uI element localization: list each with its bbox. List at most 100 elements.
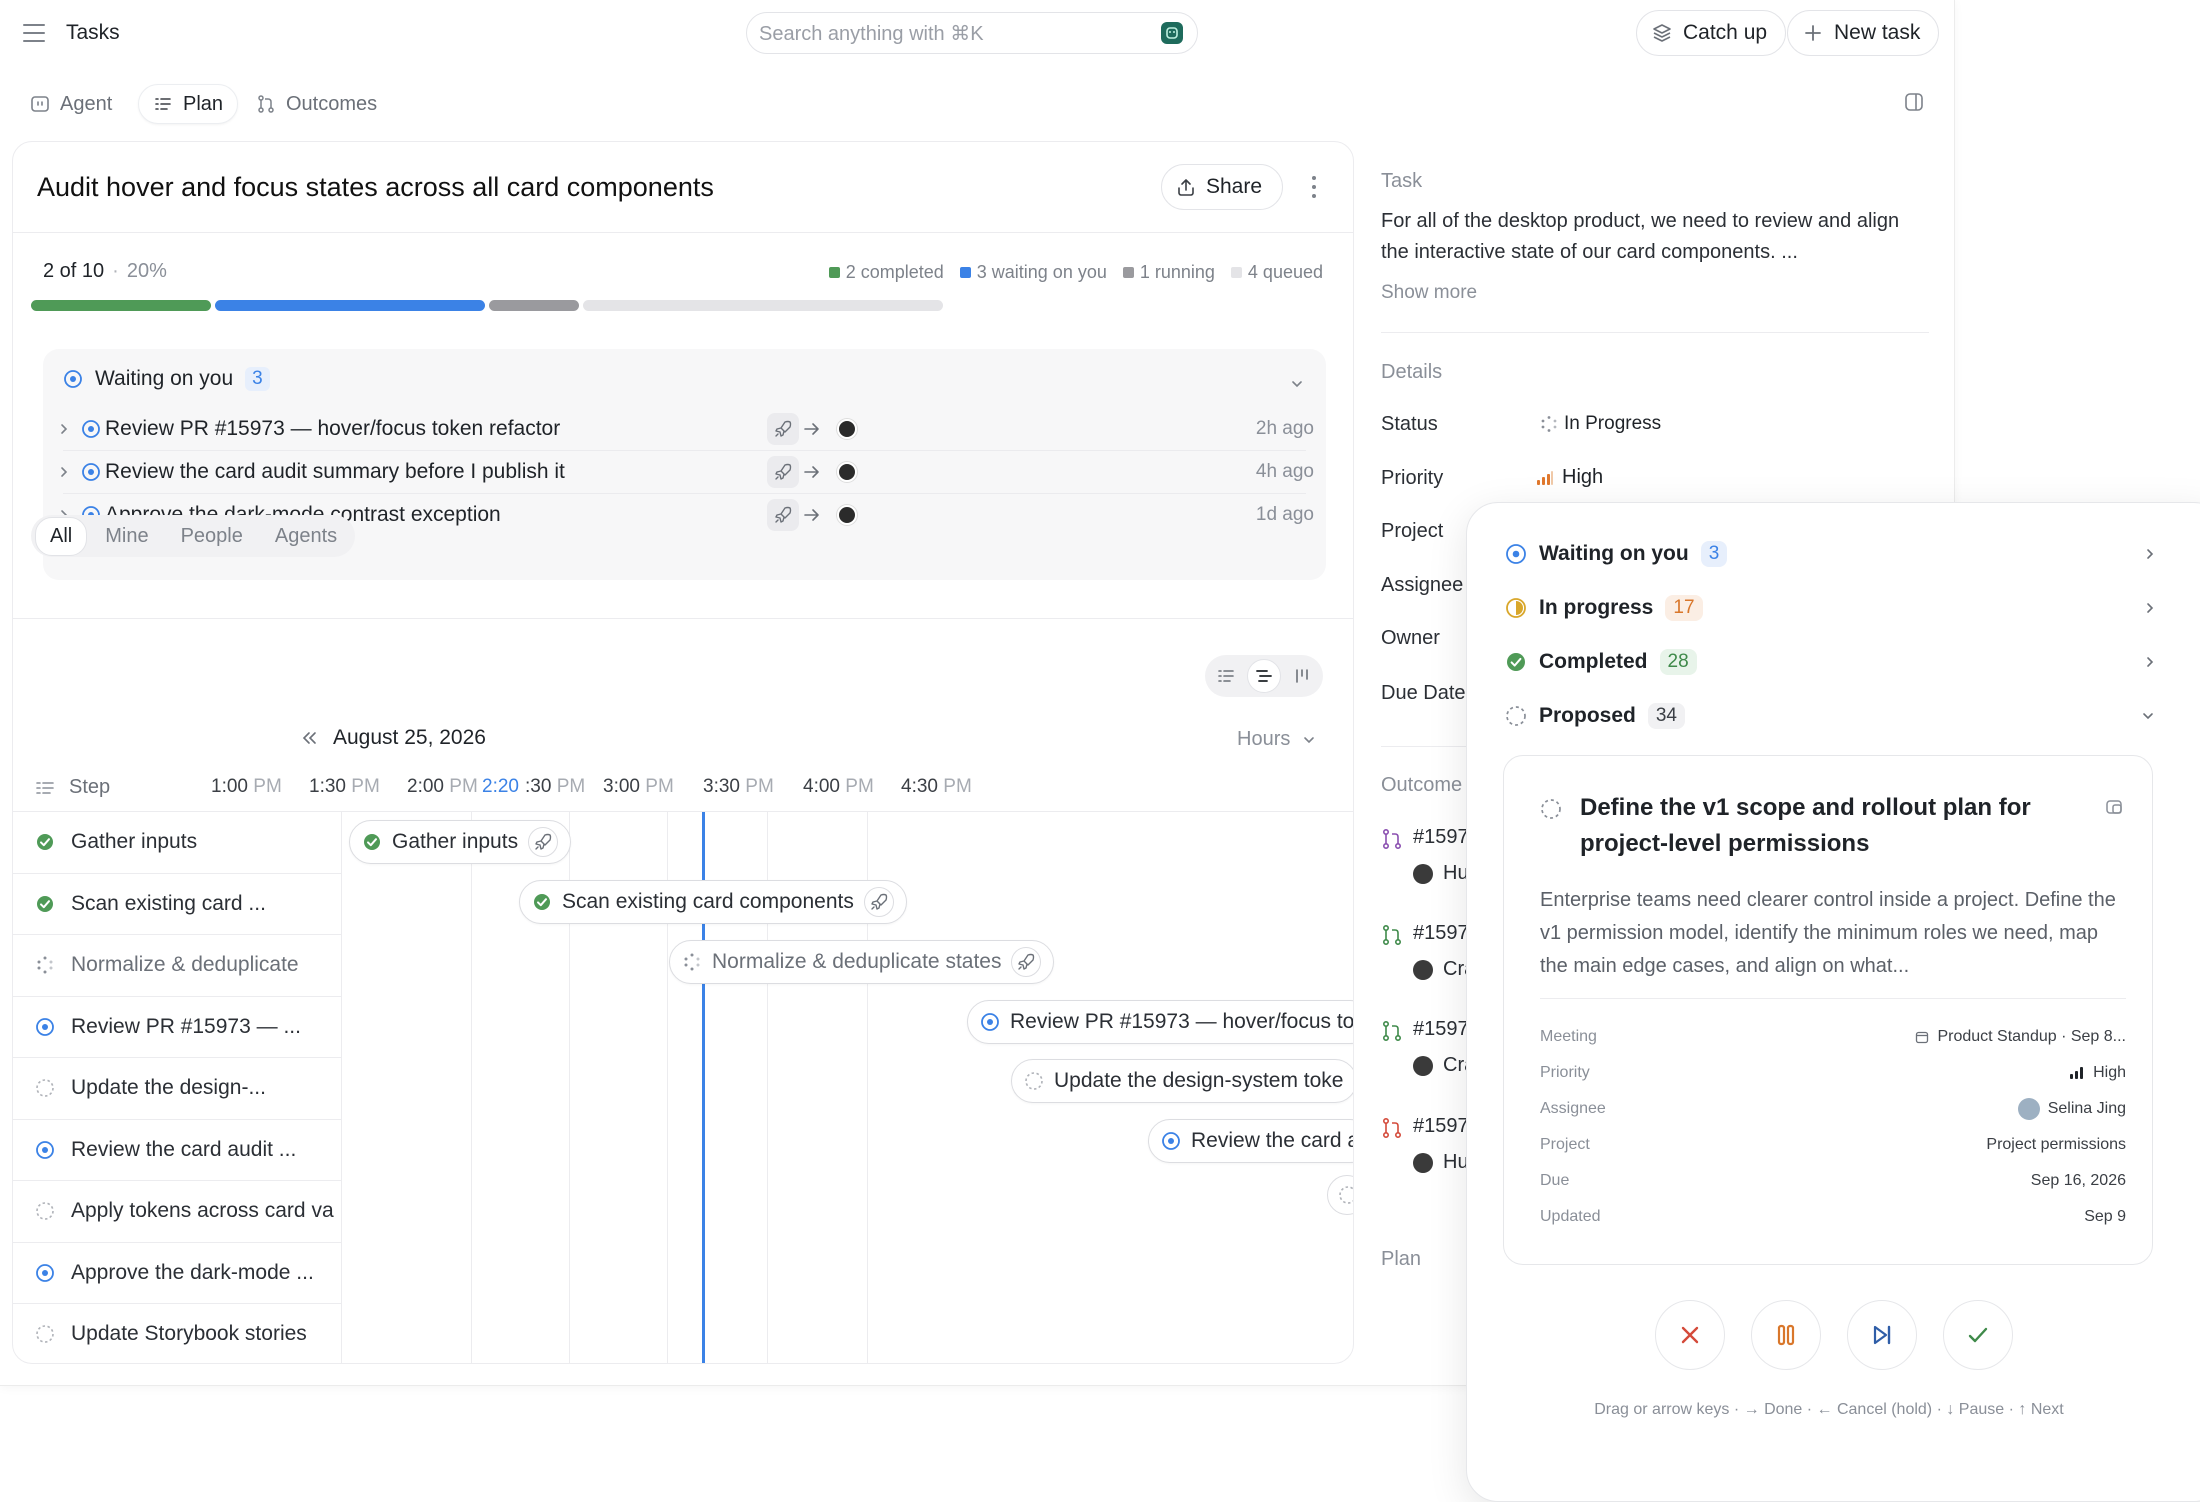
task-description: For all of the desktop product, we need …: [1381, 210, 1900, 263]
arrow-right-icon: [803, 508, 821, 522]
card-priority-value: High: [2093, 1064, 2126, 1081]
pull-request-icon: [1381, 1020, 1403, 1042]
step-label: Review PR #15973 — ...: [71, 1014, 301, 1038]
status-group-row[interactable]: Waiting on you 3: [1505, 534, 2155, 574]
gantt-bar[interactable]: Scan existing card components: [519, 880, 907, 924]
step-row[interactable]: Update the design-...: [13, 1058, 341, 1120]
progress-segment-waiting: [215, 300, 485, 311]
skip-next-icon: [1869, 1322, 1895, 1348]
step-row[interactable]: Normalize & deduplicate: [13, 935, 341, 997]
step-label: Scan existing card ...: [71, 891, 266, 915]
chevron-down-icon: [2141, 711, 2155, 721]
share-button[interactable]: Share: [1161, 164, 1284, 210]
priority-value[interactable]: High: [1536, 466, 1603, 489]
done-button[interactable]: [1943, 1300, 2013, 1370]
status-group-row[interactable]: In progress 17: [1505, 588, 2155, 628]
show-more-link[interactable]: Show more: [1381, 282, 1477, 304]
avatar: [2017, 1098, 2040, 1120]
waiting-item[interactable]: Review the card audit summary before I p…: [43, 450, 1326, 493]
board-view-icon[interactable]: [1285, 659, 1319, 693]
gantt-bar[interactable]: Review the card a: [1148, 1119, 1353, 1163]
prev-double-chevron-icon[interactable]: [301, 731, 317, 745]
scale-label: Hours: [1237, 728, 1291, 750]
search-box[interactable]: Search anything with ⌘K: [746, 12, 1198, 54]
list-view-icon[interactable]: [1209, 659, 1243, 693]
tab-outcomes[interactable]: Outcomes: [242, 84, 391, 124]
bar-status-icon: [1024, 1071, 1044, 1091]
tab-plan[interactable]: Plan: [138, 84, 239, 124]
time-tick: 1:00 PM: [211, 776, 282, 797]
timeline-date-label: August 25, 2026: [333, 726, 486, 749]
legend-waiting: 3 waiting on you: [959, 262, 1107, 283]
cancel-button[interactable]: [1655, 1300, 1725, 1370]
priority-high-icon: [1536, 470, 1554, 486]
step-row[interactable]: Review PR #15973 — ...: [13, 997, 341, 1058]
status-value[interactable]: In Progress: [1540, 413, 1661, 435]
waiting-item-title: Review the card audit summary before I p…: [105, 459, 565, 483]
status-group-row[interactable]: Completed 28: [1505, 642, 2155, 682]
outcomes-heading: Outcome: [1381, 774, 1463, 796]
gantt-bar[interactable]: Gather inputs: [349, 820, 572, 864]
avatar: [1413, 960, 1433, 980]
group-label: In progress: [1539, 596, 1654, 619]
panel-toggle-icon[interactable]: [1904, 92, 1924, 112]
filter-agents[interactable]: Agents: [261, 518, 351, 555]
step-status-icon: [35, 1263, 55, 1283]
step-row[interactable]: Update Storybook stories: [13, 1304, 341, 1363]
step-label: Apply tokens across card va: [71, 1199, 334, 1223]
card-updated-value: Sep 9: [2084, 1208, 2126, 1225]
bar-label: Scan existing card components: [562, 890, 854, 913]
gantt-view-icon[interactable]: [1247, 659, 1281, 693]
pause-button[interactable]: [1751, 1300, 1821, 1370]
plus-icon: [1802, 22, 1824, 44]
step-status-icon: [35, 1324, 55, 1344]
waiting-header[interactable]: Waiting on you 3: [63, 367, 270, 391]
group-count: 28: [1659, 649, 1697, 675]
step-row[interactable]: Review the card audit ...: [13, 1120, 341, 1181]
next-button[interactable]: [1847, 1300, 1917, 1370]
outcome-author: Hu: [1443, 1151, 1469, 1173]
open-in-new-icon[interactable]: [2104, 798, 2126, 818]
tab-agent[interactable]: Agent: [16, 84, 126, 124]
more-icon[interactable]: [1310, 174, 1318, 200]
collapse-chevron-icon[interactable]: [1290, 379, 1304, 389]
progress-segment-queued: [583, 300, 943, 311]
expand-chevron-icon[interactable]: [59, 465, 69, 479]
expand-chevron-icon[interactable]: [59, 422, 69, 436]
new-task-button[interactable]: New task: [1787, 10, 1940, 56]
step-status-icon: [35, 955, 55, 975]
scale-select[interactable]: Hours: [1237, 728, 1316, 751]
gantt-bar[interactable]: Normalize & deduplicate states: [669, 940, 1055, 984]
progress-count: 2 of 10 · 20%: [43, 260, 167, 282]
running-status-icon: [1540, 415, 1558, 433]
gantt-bar[interactable]: Update the design-system toke: [1011, 1059, 1353, 1103]
project-label: Project: [1381, 520, 1444, 542]
step-row[interactable]: Apply tokens across card va: [13, 1181, 341, 1243]
gantt-bar[interactable]: Review PR #15973 — hover/focus tol: [967, 1000, 1353, 1044]
avatar: [837, 461, 857, 482]
filter-people[interactable]: People: [167, 518, 257, 555]
proposed-task-title: Define the v1 scope and rollout plan for…: [1580, 794, 2031, 857]
section-divider: [13, 618, 1353, 619]
waiting-item-status-icon: [81, 462, 101, 482]
assistant-icon[interactable]: [1161, 22, 1183, 44]
filter-mine[interactable]: Mine: [91, 518, 162, 555]
step-label: Gather inputs: [71, 830, 198, 854]
progress-percent: 20%: [126, 260, 167, 282]
step-row[interactable]: Gather inputs: [13, 812, 341, 874]
card-priority-row: Priority High: [1540, 1064, 2126, 1081]
catch-up-button[interactable]: Catch up: [1636, 10, 1787, 56]
menu-icon[interactable]: [22, 22, 46, 44]
task-card: Audit hover and focus states across all …: [12, 141, 1354, 1364]
task-title: Audit hover and focus states across all …: [37, 172, 714, 202]
step-row[interactable]: Scan existing card ...: [13, 874, 341, 935]
proposed-task-card[interactable]: Define the v1 scope and rollout plan for…: [1503, 755, 2153, 1265]
step-status-icon: [35, 832, 55, 852]
step-row[interactable]: Approve the dark-mode ...: [13, 1243, 341, 1304]
outcome-author: Hu: [1443, 862, 1469, 884]
filter-all[interactable]: All: [35, 516, 88, 556]
waiting-item[interactable]: Review PR #15973 — hover/focus token ref…: [43, 407, 1326, 450]
tab-outcomes-label: Outcomes: [286, 92, 378, 115]
time-tick: 4:00 PM: [803, 776, 874, 797]
status-group-row[interactable]: Proposed 34: [1505, 696, 2155, 736]
